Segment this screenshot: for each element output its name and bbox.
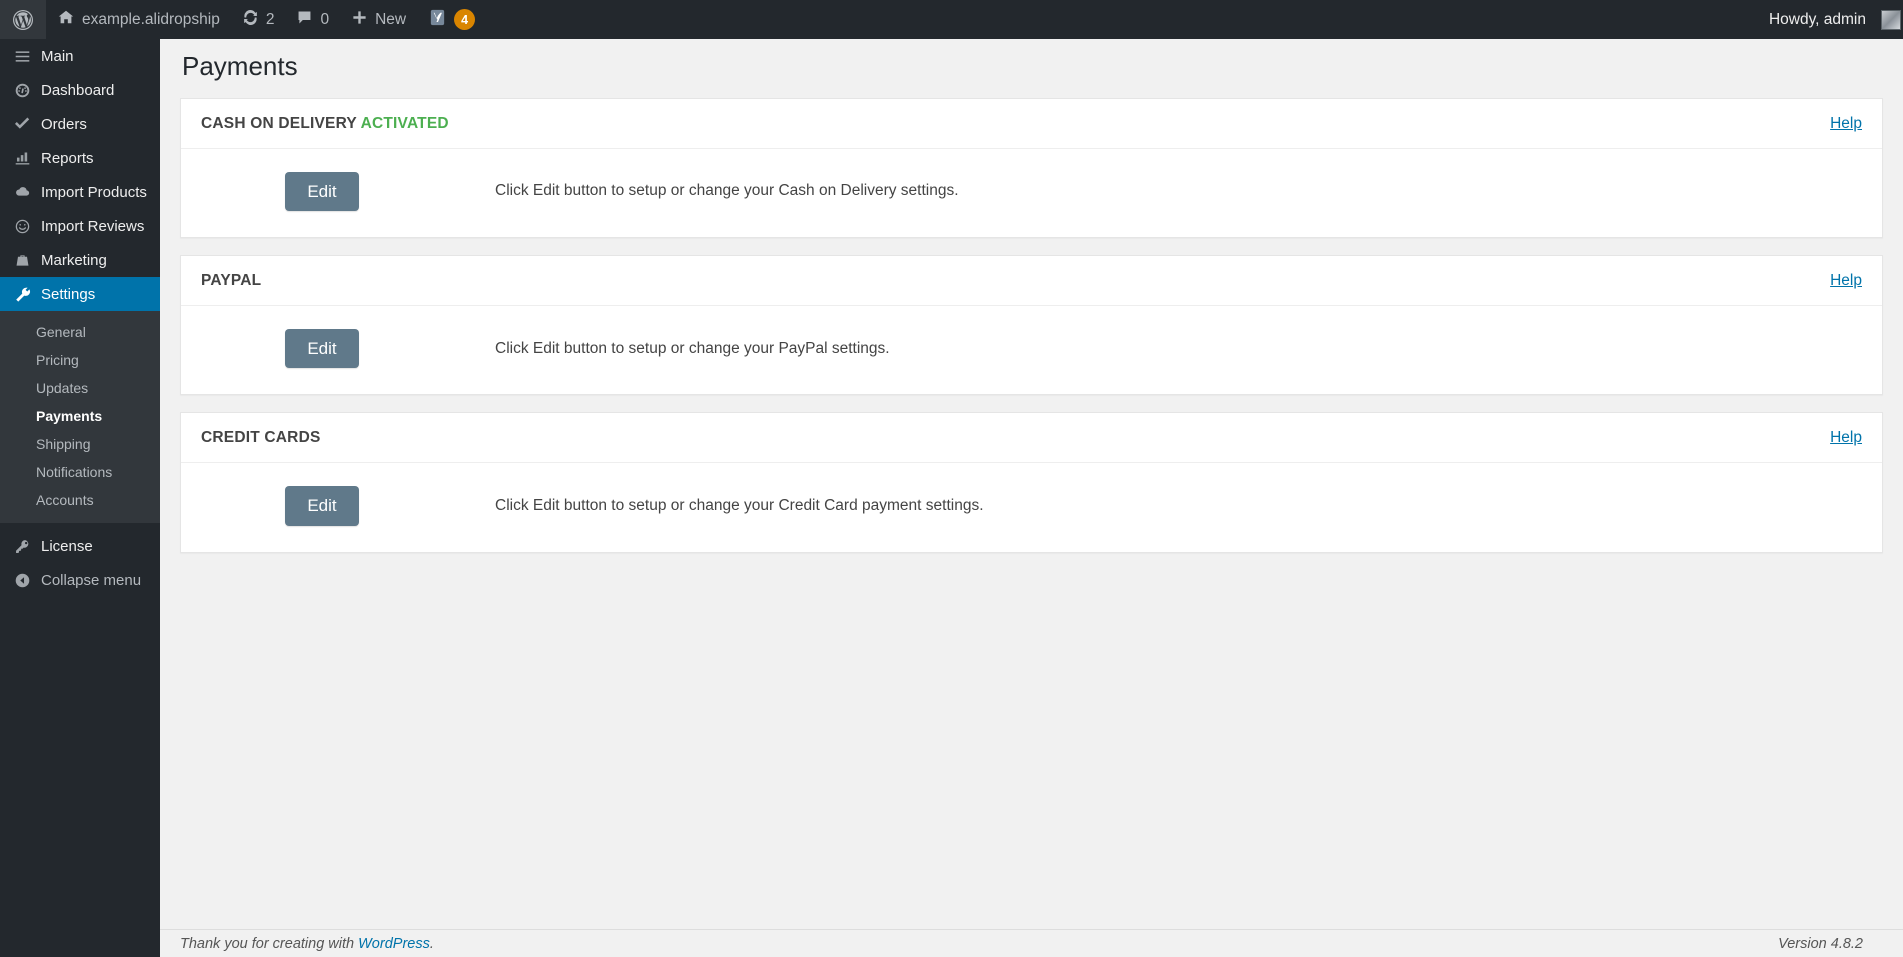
wordpress-link[interactable]: WordPress <box>358 936 430 952</box>
help-link-cash-on-delivery[interactable]: Help <box>1830 115 1862 133</box>
panel-header: CREDIT CARDS Help <box>181 413 1882 464</box>
admin-bar: example.alidropship 2 0 New 4 Howdy, adm… <box>0 0 1903 39</box>
payment-method-panel-credit-cards: CREDIT CARDS Help Edit Click Edit button… <box>180 412 1883 553</box>
avatar <box>1881 9 1901 30</box>
sidebar-item-dashboard[interactable]: Dashboard <box>0 73 160 107</box>
updates-button[interactable]: 2 <box>231 0 286 39</box>
yoast-badge-count: 4 <box>454 9 476 30</box>
sidebar-item-license[interactable]: License <box>0 529 160 563</box>
status-badge-activated: ACTIVATED <box>360 114 449 132</box>
panel-header: PAYPAL Help <box>181 256 1882 307</box>
briefcase-icon <box>12 252 32 269</box>
updates-icon <box>242 9 259 31</box>
collapse-menu-label: Collapse menu <box>41 571 142 589</box>
sidebar-item-label: Orders <box>41 115 87 133</box>
submenu-item-notifications[interactable]: Notifications <box>0 458 160 486</box>
dashboard-gauge-icon <box>12 82 32 99</box>
sidebar-item-label: Settings <box>41 285 96 303</box>
panel-description-paypal: Click Edit button to setup or change you… <box>495 339 890 357</box>
panel-description-credit-cards: Click Edit button to setup or change you… <box>495 496 984 514</box>
yoast-seo-icon <box>428 8 447 32</box>
footer-thankyou: Thank you for creating with WordPress. <box>180 936 434 952</box>
comment-bubble-icon <box>296 9 313 31</box>
sidebar-item-label: Reports <box>41 149 94 167</box>
footer-thankyou-prefix: Thank you for creating with <box>180 936 359 952</box>
sidebar-item-orders[interactable]: Orders <box>0 107 160 141</box>
sidebar-item-marketing[interactable]: Marketing <box>0 243 160 277</box>
submenu-item-updates[interactable]: Updates <box>0 374 160 402</box>
comments-button[interactable]: 0 <box>285 0 340 39</box>
wrench-icon <box>12 286 32 303</box>
button-column: Edit <box>201 171 443 212</box>
button-column: Edit <box>201 329 443 369</box>
footer-version: Version 4.8.2 <box>1778 936 1863 952</box>
sidebar-item-label: Main <box>41 47 74 65</box>
panel-body: Edit Click Edit button to setup or chang… <box>181 149 1882 237</box>
collapse-menu-button[interactable]: Collapse menu <box>0 563 160 597</box>
admin-footer: Thank you for creating with WordPress. V… <box>160 929 1903 957</box>
edit-button-cash-on-delivery[interactable]: Edit <box>285 171 359 212</box>
smiley-face-icon <box>12 218 32 235</box>
payment-method-panel-cash-on-delivery: CASH ON DELIVERY ACTIVATED Help Edit Cli… <box>180 97 1883 239</box>
sidebar-item-label: Import Reviews <box>41 217 145 235</box>
page-title: Payments <box>182 51 298 81</box>
submenu-item-pricing[interactable]: Pricing <box>0 346 160 374</box>
checkmark-icon <box>12 115 32 133</box>
panel-description-cash-on-delivery: Click Edit button to setup or change you… <box>495 182 959 200</box>
panel-title-cash-on-delivery: CASH ON DELIVERY ACTIVATED <box>201 115 449 133</box>
panel-title-text: CREDIT CARDS <box>201 429 321 447</box>
panel-title-paypal: PAYPAL <box>201 272 261 290</box>
yoast-seo-button[interactable]: 4 <box>417 0 486 39</box>
submenu-item-payments[interactable]: Payments <box>0 402 160 430</box>
key-icon <box>12 538 32 555</box>
panel-title-credit-cards: CREDIT CARDS <box>201 429 321 447</box>
new-content-button[interactable]: New <box>340 0 417 39</box>
panel-body: Edit Click Edit button to setup or chang… <box>181 463 1882 551</box>
admin-sidebar-menu: Main Dashboard Orders Reports Import Pro… <box>0 39 168 957</box>
help-link-credit-cards[interactable]: Help <box>1830 429 1862 447</box>
updates-count: 2 <box>265 10 275 28</box>
chart-bar-icon <box>12 150 32 167</box>
wordpress-logo-button[interactable] <box>0 0 46 39</box>
plus-icon <box>351 9 368 31</box>
sidebar-item-settings[interactable]: Settings <box>0 277 168 311</box>
help-link-paypal[interactable]: Help <box>1830 272 1862 290</box>
new-label: New <box>375 10 407 28</box>
content-area: Payments CASH ON DELIVERY ACTIVATED Help… <box>160 39 1903 957</box>
howdy-label: Howdy, admin <box>1768 10 1866 28</box>
arrow-left-circle-icon <box>12 572 32 589</box>
submenu-item-general[interactable]: General <box>0 318 160 346</box>
home-icon <box>57 8 75 31</box>
sidebar-item-main[interactable]: Main <box>0 39 160 73</box>
sidebar-item-label: Marketing <box>41 251 107 269</box>
payment-method-panel-paypal: PAYPAL Help Edit Click Edit button to se… <box>180 255 1883 396</box>
sidebar-item-label: Import Products <box>41 183 147 201</box>
cloud-icon <box>12 183 32 201</box>
panel-header: CASH ON DELIVERY ACTIVATED Help <box>181 99 1882 149</box>
edit-button-credit-cards[interactable]: Edit <box>285 486 359 526</box>
howdy-user-button[interactable]: Howdy, admin <box>1758 0 1903 39</box>
sidebar-item-import-products[interactable]: Import Products <box>0 175 160 209</box>
panel-title-text: CASH ON DELIVERY <box>201 114 357 132</box>
sidebar-item-reports[interactable]: Reports <box>0 141 160 175</box>
panel-title-text: PAYPAL <box>201 272 262 290</box>
sidebar-item-import-reviews[interactable]: Import Reviews <box>0 209 160 243</box>
content-body: Payments CASH ON DELIVERY ACTIVATED Help… <box>160 39 1903 553</box>
submenu-item-shipping[interactable]: Shipping <box>0 430 160 458</box>
sidebar-item-label: License <box>41 537 93 555</box>
site-name-label: example.alidropship <box>82 10 220 28</box>
footer-thankyou-suffix: . <box>429 936 434 952</box>
menu-hamburger-icon <box>12 48 32 65</box>
submenu-item-accounts[interactable]: Accounts <box>0 486 160 514</box>
site-name-button[interactable]: example.alidropship <box>46 0 231 39</box>
sidebar-item-label: Dashboard <box>41 81 115 99</box>
button-column: Edit <box>201 486 443 526</box>
settings-submenu: General Pricing Updates Payments Shippin… <box>0 311 160 523</box>
edit-button-paypal[interactable]: Edit <box>285 329 359 369</box>
wordpress-logo-icon <box>11 8 35 32</box>
panel-body: Edit Click Edit button to setup or chang… <box>181 306 1882 394</box>
comments-count: 0 <box>320 10 330 28</box>
